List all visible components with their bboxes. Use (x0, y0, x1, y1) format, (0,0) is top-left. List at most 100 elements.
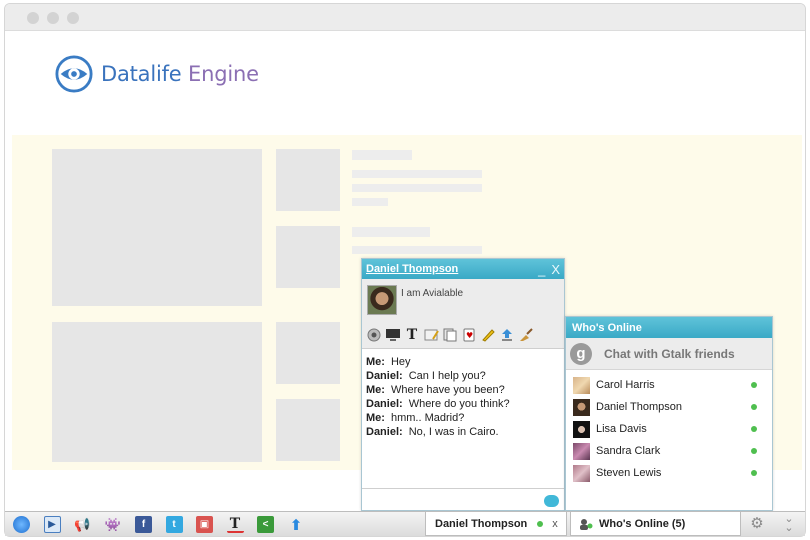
text-format-icon[interactable]: T (404, 327, 420, 343)
placeholder-block (276, 399, 340, 461)
whos-online-tab-label: Who's Online (5) (599, 517, 686, 530)
placeholder-line (352, 198, 388, 206)
friend-list-item[interactable]: Daniel Thompson (566, 396, 772, 418)
cards-game-icon[interactable]: ♥ (461, 327, 477, 343)
message-text: Where do you think? (408, 398, 510, 410)
svg-text:♥: ♥ (466, 331, 473, 340)
chat-message: Me: Hey (366, 355, 560, 369)
screen-share-icon[interactable] (385, 327, 401, 343)
gtalk-label: Chat with Gtalk friends (604, 346, 735, 361)
expand-chevron-icon[interactable]: ⌄ ⌄ (781, 514, 797, 534)
chat-toolbar: T ♥ (366, 327, 534, 343)
message-sender: Me: (366, 412, 385, 424)
avatar (573, 398, 590, 416)
users-online-icon (580, 518, 593, 530)
facebook-icon[interactable]: f (135, 516, 152, 533)
window-zoom-dot[interactable] (67, 12, 79, 24)
webcam-icon[interactable] (366, 327, 382, 343)
online-status-dot (751, 448, 757, 454)
whos-online-panel: Who's Online g Chat with Gtalk friends C… (565, 316, 773, 511)
contact-status-text: I am Avialable (401, 288, 464, 299)
chat-message-input[interactable] (362, 488, 564, 510)
browser-titlebar (5, 4, 805, 31)
friend-name: Steven Lewis (596, 467, 662, 479)
chat-user-panel: I am Avialable T ♥ (362, 279, 564, 349)
avatar (573, 420, 590, 438)
message-text: hmm.. Madrid? (390, 412, 465, 424)
placeholder-block (52, 322, 262, 462)
globe-icon[interactable] (13, 516, 30, 533)
chat-message: Me: Where have you been? (366, 383, 560, 397)
friend-list-item[interactable]: Sandra Clark (566, 440, 772, 462)
gear-icon[interactable]: ⚙ (749, 516, 765, 532)
eye-logo-icon (55, 55, 93, 93)
chat-message-list: Me: Hey Daniel: Can I help you? Me: Where h… (362, 349, 564, 489)
online-status-dot (751, 426, 757, 432)
chat-window: Daniel Thompson _ X I am Avialable T ♥ M… (361, 258, 565, 511)
placeholder-line (352, 227, 430, 237)
send-bubble-icon[interactable] (544, 495, 559, 507)
window-close-dot[interactable] (27, 12, 39, 24)
media-icon[interactable]: ▶ (43, 516, 61, 533)
chat-message: Daniel: Where do you think? (366, 397, 560, 411)
friend-list-item[interactable]: Carol Harris (566, 374, 772, 396)
logo-text-part1: Datalife (101, 62, 182, 86)
google-icon: g (570, 342, 592, 365)
bottom-chat-bar: ▶ 📢 👾 f t ▣ T < ⬆ Daniel Thompson x Who'… (5, 511, 805, 536)
upload-icon[interactable] (499, 327, 515, 343)
message-sender: Me: (366, 384, 385, 396)
message-sender: Me: (366, 356, 385, 368)
announcement-megaphone-icon[interactable]: 📢 (74, 516, 91, 533)
clear-broom-icon[interactable] (518, 327, 534, 343)
chat-tab-close-button[interactable]: x (552, 518, 558, 530)
chat-minimize-button[interactable]: _ (538, 263, 545, 276)
online-status-dot (751, 382, 757, 388)
applications-icon[interactable]: ▣ (196, 516, 213, 533)
friend-list-item[interactable]: Steven Lewis (566, 462, 772, 484)
twitter-icon[interactable]: t (165, 516, 183, 533)
chat-tab-daniel-thompson[interactable]: Daniel Thompson x (425, 512, 567, 536)
chat-message: Me: hmm.. Madrid? (366, 411, 560, 425)
friend-name: Carol Harris (596, 379, 655, 391)
whos-online-header[interactable]: Who's Online (566, 317, 772, 338)
message-text: Where have you been? (390, 384, 505, 396)
placeholder-block (276, 226, 340, 288)
message-sender: Daniel: (366, 370, 403, 382)
site-logo[interactable]: Datalife Engine (55, 54, 259, 94)
friend-name: Daniel Thompson (596, 401, 683, 413)
message-sender: Daniel: (366, 398, 403, 410)
translate-icon[interactable]: T (226, 516, 244, 533)
online-status-dot (537, 520, 544, 527)
whos-online-tab[interactable]: Who's Online (5) (570, 512, 741, 536)
placeholder-block (52, 149, 262, 306)
placeholder-line (352, 170, 482, 178)
window-minimize-dot[interactable] (47, 12, 59, 24)
message-text: Can I help you? (408, 370, 486, 382)
chat-message: Daniel: No, I was in Cairo. (366, 425, 560, 439)
gtalk-connect-button[interactable]: g Chat with Gtalk friends (566, 338, 772, 370)
scroll-up-arrow-icon[interactable]: ⬆ (288, 516, 305, 534)
whiteboard-icon[interactable] (423, 327, 439, 343)
friend-name: Lisa Davis (596, 423, 647, 435)
online-status-dot (751, 470, 757, 476)
chat-contact-name-link[interactable]: Daniel Thompson (366, 263, 532, 275)
games-invader-icon[interactable]: 👾 (105, 516, 122, 533)
message-text: No, I was in Cairo. (408, 426, 499, 438)
share-icon[interactable]: < (257, 516, 274, 533)
friend-name: Sandra Clark (596, 445, 661, 457)
pencil-icon[interactable] (480, 327, 496, 343)
chat-close-button[interactable]: X (551, 263, 560, 276)
logo-text-part2: Engine (188, 62, 259, 86)
placeholder-block (276, 322, 340, 384)
online-status-dot (751, 404, 757, 410)
logo-text: Datalife Engine (101, 62, 259, 86)
friend-list-item[interactable]: Lisa Davis (566, 418, 772, 440)
chat-message: Daniel: Can I help you? (366, 369, 560, 383)
avatar (573, 376, 590, 394)
message-text: Hey (390, 356, 411, 368)
chat-tab-label: Daniel Thompson (435, 517, 528, 530)
placeholder-line (352, 150, 412, 160)
bar-icon-group: ▶ 📢 👾 f t ▣ T < ⬆ (13, 516, 318, 534)
notes-icon[interactable] (442, 327, 458, 343)
placeholder-line (352, 184, 482, 192)
